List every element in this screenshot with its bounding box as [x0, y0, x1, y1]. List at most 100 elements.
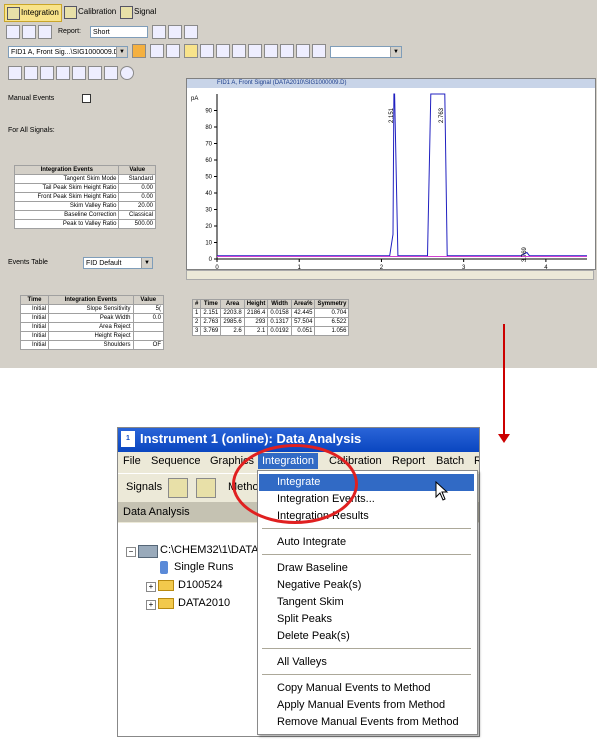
table-row[interactable]: Peak to Valley Ratio 500.00	[13, 219, 156, 229]
menu-report[interactable]: Report	[392, 455, 425, 467]
integrate-tool-icon[interactable]	[132, 44, 146, 58]
toolbar-select[interactable]: ▼	[330, 46, 402, 58]
y-tick-label: 70	[205, 142, 212, 148]
load-signal-icon[interactable]	[168, 478, 188, 498]
x-tick-label: 2	[380, 265, 384, 269]
events-table-select[interactable]: FID Default ▼	[83, 257, 153, 269]
menu-item-draw-baseline[interactable]: Draw Baseline	[259, 560, 474, 577]
tool-icon-c[interactable]	[232, 44, 246, 58]
table-row[interactable]: Initial Shoulders OF	[19, 340, 164, 350]
y-tick-label: 80	[205, 125, 212, 131]
table-cell: 0.1317	[267, 317, 292, 327]
menu-file[interactable]: File	[123, 455, 141, 467]
zoom-out-icon[interactable]	[166, 44, 180, 58]
tool-icon-d[interactable]	[264, 44, 278, 58]
column-header: Height	[243, 299, 269, 309]
menu-item-remove-manual-events[interactable]: Remove Manual Events from Method	[259, 714, 474, 731]
x-tick-label: 4	[544, 265, 548, 269]
menu-item-all-valleys[interactable]: All Valleys	[259, 654, 474, 671]
menu-item-split-peaks[interactable]: Split Peaks	[259, 611, 474, 628]
toolbar-icon-1[interactable]	[6, 25, 20, 39]
print-icon[interactable]	[168, 25, 182, 39]
menu-item-negative-peaks[interactable]: Negative Peak(s)	[259, 577, 474, 594]
mouse-cursor-icon	[435, 481, 449, 501]
table-row[interactable]: Tail Peak Skim Height Ratio 0.00	[13, 183, 156, 193]
table-row[interactable]: 3 3.769 2.6 2.1 0.0192 0.051 1.056	[191, 326, 350, 336]
menu-item-copy-manual-events[interactable]: Copy Manual Events to Method	[259, 680, 474, 697]
events-table-label: Events Table	[8, 259, 48, 266]
manual-events-checkbox[interactable]	[82, 94, 91, 103]
table-row[interactable]: Front Peak Skim Height Ratio 0.00	[13, 192, 156, 202]
peak-label: 3.769	[522, 246, 528, 262]
menu-overflow[interactable]: R	[474, 455, 479, 467]
zoom-in-icon[interactable]	[150, 44, 164, 58]
table-row[interactable]: Initial Area Reject	[19, 322, 164, 332]
collapse-icon[interactable]: −	[126, 547, 136, 557]
menu-separator	[262, 648, 471, 649]
menu-item-auto-integrate[interactable]: Auto Integrate	[259, 534, 474, 551]
tab-signal[interactable]: Signal	[118, 4, 158, 20]
integral-icon[interactable]	[248, 44, 262, 58]
table-cell: 3.769	[200, 326, 222, 336]
table-row[interactable]: Baseline Correction Classical	[13, 210, 156, 220]
table-row[interactable]: 1 2.151 2203.8 2186.4 0.0158 42.445 0.704	[191, 308, 350, 318]
signals-label[interactable]: Signals	[126, 481, 162, 493]
annotation-arrow-head	[498, 434, 510, 443]
text-annotation-icon[interactable]	[280, 44, 294, 58]
overlay-signal-icon[interactable]	[196, 478, 216, 498]
y-tick-label: 40	[205, 191, 212, 197]
table-cell: 2985.6	[220, 317, 245, 327]
export-icon[interactable]	[184, 25, 198, 39]
tool-icon-b[interactable]	[216, 44, 230, 58]
events-icon-1[interactable]	[8, 66, 22, 80]
expand-icon[interactable]: +	[146, 600, 156, 610]
table-row[interactable]: 2 2.763 2985.6 293 0.1317 57.504 6.522	[191, 317, 350, 327]
table-cell: 6.522	[314, 317, 350, 327]
help-icon[interactable]	[120, 66, 134, 80]
expand-icon[interactable]: +	[146, 582, 156, 592]
table-row[interactable]: Initial Height Reject	[19, 331, 164, 341]
events-icon-2[interactable]	[24, 66, 38, 80]
column-header: Value	[132, 295, 164, 305]
menu-batch[interactable]: Batch	[436, 455, 464, 467]
tool-icon-a[interactable]	[200, 44, 214, 58]
table-cell: Front Peak Skim Height Ratio	[13, 192, 120, 202]
menu-item-tangent-skim[interactable]: Tangent Skim	[259, 594, 474, 611]
events-icon-5[interactable]	[72, 66, 86, 80]
tab-integration[interactable]: Integration	[4, 4, 62, 22]
column-header: Width	[267, 299, 292, 309]
events-icon-6[interactable]	[88, 66, 102, 80]
preview-icon[interactable]	[152, 25, 166, 39]
table-row[interactable]: Initial Peak Width 0.0	[19, 313, 164, 323]
tab-calibration[interactable]: Calibration	[62, 4, 118, 20]
chevron-down-icon: ▼	[141, 258, 152, 268]
chevron-down-icon: ▼	[116, 47, 127, 57]
toolbar-icon-2[interactable]	[22, 25, 36, 39]
events-icon-3[interactable]	[40, 66, 54, 80]
signal-select[interactable]: FID1 A, Front Sig...\SIG1000009.D) ▼	[8, 46, 128, 58]
table-row[interactable]: Initial Slope Sensitivity 5(	[19, 304, 164, 314]
toolbar-icon-3[interactable]	[38, 25, 52, 39]
table-cell: Tangent Skim Mode	[13, 174, 120, 184]
report-select[interactable]: Short	[90, 26, 148, 38]
single-runs-icon	[160, 561, 168, 574]
tab-label: Integration	[21, 8, 59, 17]
table-row[interactable]: Skim Valley Ratio 20.00	[13, 201, 156, 211]
integration-events-panel: Manual Events For All Signals: Integrati…	[4, 64, 164, 364]
tool-icon-e[interactable]	[296, 44, 310, 58]
select-cursor-icon[interactable]	[184, 44, 198, 58]
events-icon-4[interactable]	[56, 66, 70, 80]
column-header: Integration Events	[13, 165, 120, 175]
chart-scrollbar[interactable]	[186, 270, 594, 280]
y-tick-label: 30	[205, 208, 212, 214]
events-icon-7[interactable]	[104, 66, 118, 80]
signal-select-value: FID1 A, Front Sig...\SIG1000009.D)	[11, 49, 122, 56]
menu-sequence[interactable]: Sequence	[151, 455, 201, 467]
menu-item-apply-manual-events[interactable]: Apply Manual Events from Method	[259, 697, 474, 714]
table-cell: 0.00	[118, 183, 156, 193]
menu-item-delete-peaks[interactable]: Delete Peak(s)	[259, 628, 474, 645]
table-cell: 3	[191, 326, 202, 336]
manual-events-label: Manual Events	[8, 95, 55, 102]
tool-icon-f[interactable]	[312, 44, 326, 58]
table-row[interactable]: Tangent Skim Mode Standard	[13, 174, 156, 184]
